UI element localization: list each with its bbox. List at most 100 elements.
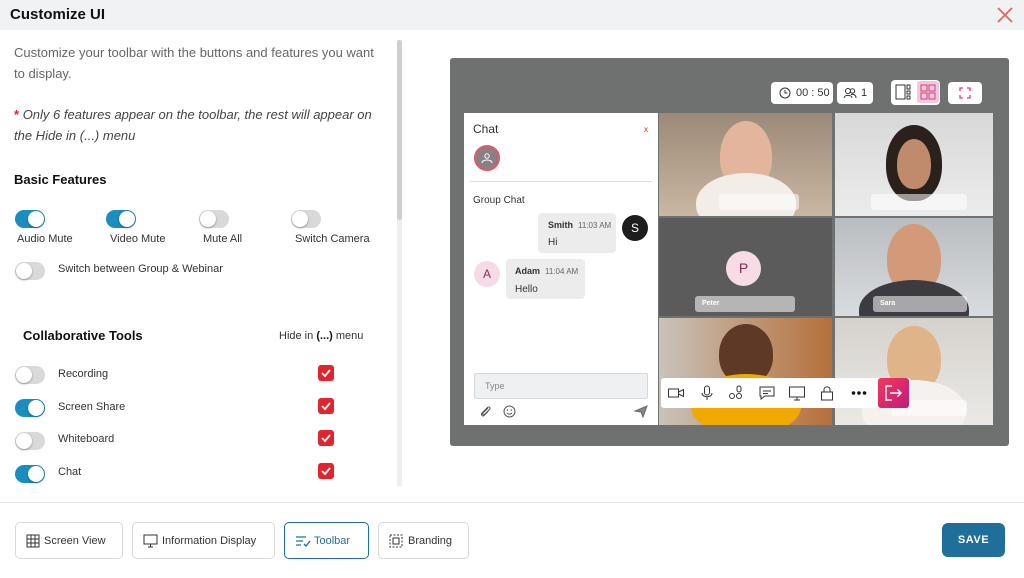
tab-screen-view[interactable]: Screen View xyxy=(15,522,123,559)
check-icon xyxy=(321,369,331,378)
grid-layout-icon xyxy=(920,84,936,100)
leave-meeting-button[interactable] xyxy=(878,378,909,408)
scrollbar-thumb[interactable] xyxy=(397,40,402,220)
check-icon xyxy=(321,402,331,411)
close-icon[interactable] xyxy=(994,4,1016,26)
message-author: Smith xyxy=(548,220,574,230)
hide-in-menu-header: Hide in (...) menu xyxy=(279,330,363,342)
message-bubble-adam: Adam 11:04 AM Hello xyxy=(506,259,585,299)
participants-pill[interactable]: 1 xyxy=(837,82,873,104)
monitor-icon xyxy=(143,534,158,548)
tab-branding[interactable]: Branding xyxy=(378,522,469,559)
whiteboard-toggle[interactable] xyxy=(15,432,45,450)
video-tile-6 xyxy=(835,318,993,425)
switch-camera-label: Switch Camera xyxy=(295,233,370,245)
send-icon[interactable] xyxy=(634,405,648,418)
lock-icon[interactable] xyxy=(818,384,836,402)
video-tile-5 xyxy=(659,318,832,425)
mute-all-icon[interactable] xyxy=(727,384,745,402)
branding-icon xyxy=(389,534,403,548)
screen-share-toggle[interactable] xyxy=(15,399,45,417)
collaborative-tools-heading: Collaborative Tools xyxy=(23,328,143,343)
screen-share-icon[interactable] xyxy=(788,384,806,402)
grid-icon xyxy=(26,534,40,548)
recording-hide-checkbox[interactable] xyxy=(318,365,334,381)
screen-share-label: Screen Share xyxy=(58,401,126,413)
group-chat-label: Group Chat xyxy=(473,195,525,206)
video-tile-3: P Peter xyxy=(659,218,832,316)
video-mute-toggle[interactable] xyxy=(106,210,136,228)
video-tile-4: Sara xyxy=(835,218,993,316)
participants-icon xyxy=(843,88,857,99)
toolbar-icon xyxy=(296,536,311,547)
settings-panel: Customize your toolbar with the buttons … xyxy=(0,30,400,486)
video-tile-2 xyxy=(835,113,993,216)
exit-icon xyxy=(885,385,902,401)
audio-mute-toggle[interactable] xyxy=(15,210,45,228)
tab-toolbar[interactable]: Toolbar xyxy=(284,522,369,559)
whiteboard-label: Whiteboard xyxy=(58,433,115,445)
participants-count: 1 xyxy=(861,87,868,99)
hide-in-prefix: Hide in xyxy=(279,330,314,342)
group-avatar[interactable] xyxy=(474,145,500,171)
chat-close[interactable]: x xyxy=(644,125,648,134)
switch-camera-toggle[interactable] xyxy=(291,210,321,228)
basic-features-heading: Basic Features xyxy=(14,172,107,187)
switch-group-webinar-toggle[interactable] xyxy=(15,262,45,280)
chat-panel: Chat x Group Chat Smith 11:03 AM Hi S A … xyxy=(464,113,658,425)
tab-information-display[interactable]: Information Display xyxy=(132,522,275,559)
recording-toggle[interactable] xyxy=(15,366,45,384)
clock-icon xyxy=(779,87,791,99)
tab-label: Information Display xyxy=(162,535,257,547)
window-title: Customize UI xyxy=(10,6,106,23)
tile-controls xyxy=(871,194,967,210)
timer-text: 00 : 50 xyxy=(796,87,830,99)
avatar-adam: A xyxy=(474,261,500,287)
message-time: 11:04 AM xyxy=(545,267,579,276)
tab-label: Toolbar xyxy=(314,535,351,547)
chat-hide-checkbox[interactable] xyxy=(318,463,334,479)
avatar-smith: S xyxy=(622,215,648,241)
message-text: Hello xyxy=(515,284,538,295)
chat-message-input[interactable]: Type xyxy=(474,373,648,399)
tab-label: Branding xyxy=(408,535,453,547)
chat-title: Chat xyxy=(473,122,499,136)
chat-label: Chat xyxy=(58,466,82,478)
microphone-icon[interactable] xyxy=(698,384,716,402)
chat-icon[interactable] xyxy=(758,384,776,402)
more-options-icon[interactable] xyxy=(850,384,868,402)
message-author: Adam xyxy=(515,266,541,276)
message-time: 11:03 AM xyxy=(578,221,612,230)
meeting-toolbar xyxy=(661,378,911,408)
audio-mute-label: Audio Mute xyxy=(17,233,73,245)
message-bubble-smith: Smith 11:03 AM Hi xyxy=(538,213,616,253)
title-bar: Customize UI xyxy=(0,0,1024,30)
layout-switcher[interactable] xyxy=(891,80,940,105)
camera-icon[interactable] xyxy=(667,384,685,402)
chat-divider xyxy=(470,181,652,182)
intro-text: Customize your toolbar with the buttons … xyxy=(14,45,374,81)
screen-share-hide-checkbox[interactable] xyxy=(318,398,334,414)
chat-toggle[interactable] xyxy=(15,465,45,483)
switch-group-webinar-label: Switch between Group & Webinar xyxy=(58,263,223,275)
emoji-icon[interactable] xyxy=(503,405,516,418)
tab-label: Screen View xyxy=(44,535,106,547)
hide-in-dots: (...) xyxy=(316,330,333,342)
attachment-icon[interactable] xyxy=(479,405,492,418)
save-button[interactable]: SAVE xyxy=(942,523,1005,557)
group-icon xyxy=(481,153,493,164)
footer-divider xyxy=(0,502,1024,503)
note-text: Only 6 features appear on the toolbar, t… xyxy=(14,107,372,143)
toolbar-limit-note: * Only 6 features appear on the toolbar,… xyxy=(14,104,389,146)
video-mute-label: Video Mute xyxy=(110,233,166,245)
mute-all-toggle[interactable] xyxy=(199,210,229,228)
tile-controls xyxy=(719,194,799,210)
sidebar-layout-icon[interactable] xyxy=(894,83,912,101)
grid-layout-active[interactable] xyxy=(917,81,939,103)
whiteboard-hide-checkbox[interactable] xyxy=(318,430,334,446)
fullscreen-button[interactable] xyxy=(948,82,982,104)
hide-in-suffix: menu xyxy=(335,330,364,342)
check-icon xyxy=(321,434,331,443)
participant-skin xyxy=(897,139,931,189)
mute-all-label: Mute All xyxy=(203,233,243,245)
